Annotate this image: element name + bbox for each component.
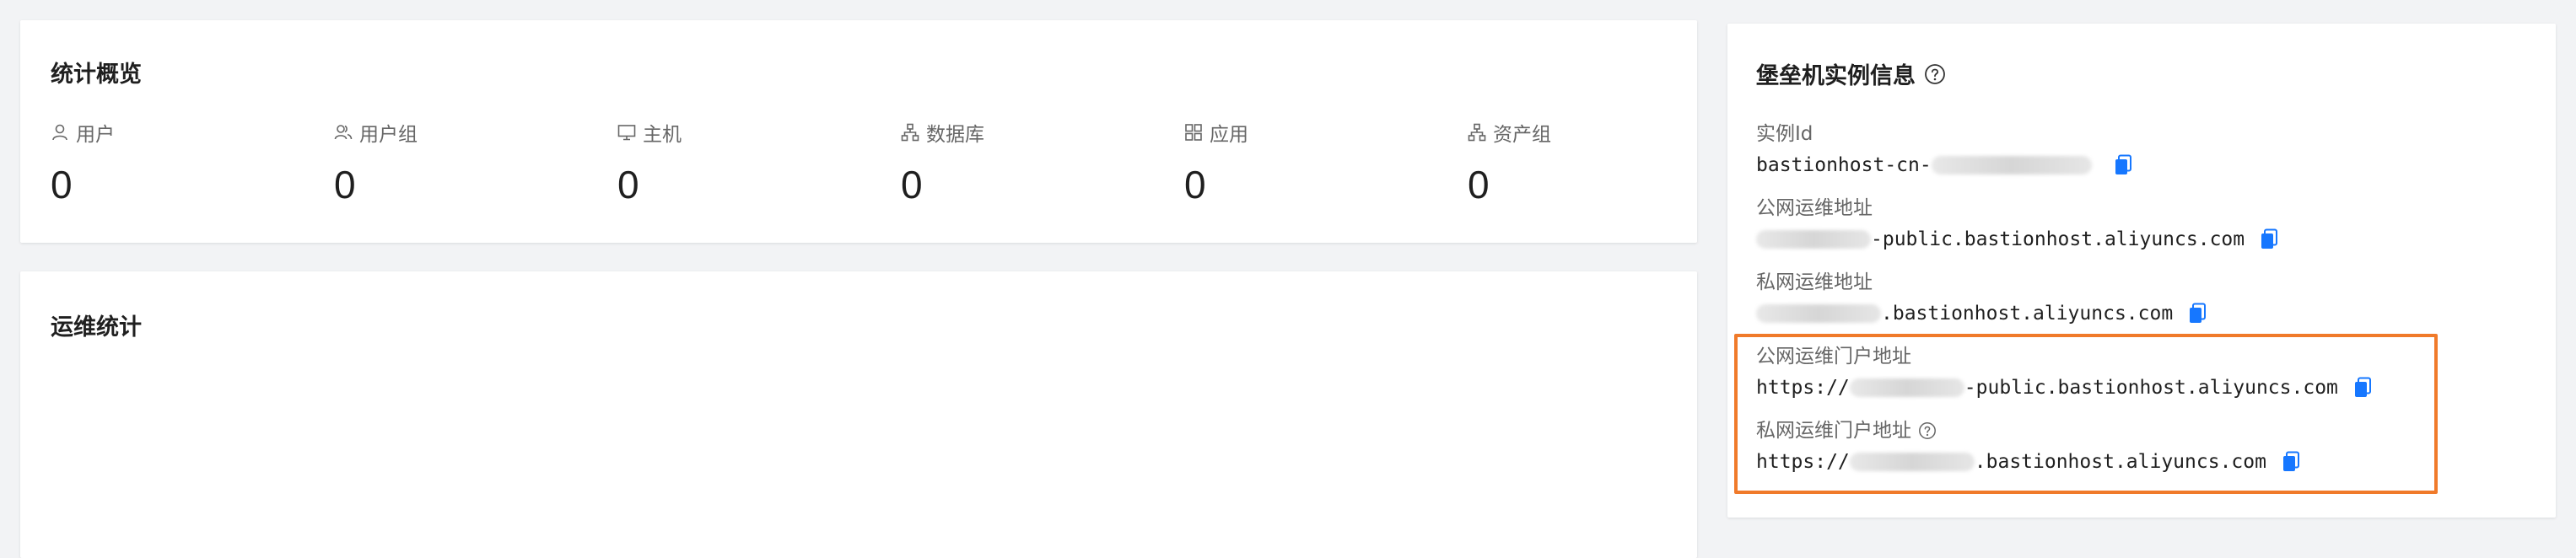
redacted-text [1849, 453, 1975, 471]
stats-overview-card: 统计概览 用户 0 用户组 0 主机 0 数据库 0 应用 0 资产组 0 [20, 20, 1697, 243]
monitor-icon [617, 123, 636, 142]
stat-asset-groups-value: 0 [1468, 163, 1490, 207]
stat-users[interactable]: 用户 0 [51, 120, 304, 221]
copy-icon[interactable] [2260, 228, 2278, 250]
stat-hosts[interactable]: 主机 0 [617, 120, 870, 221]
field-public-ops-address-label: 公网运维地址 [1756, 197, 1873, 219]
field-public-portal-address-prefix: https:// [1756, 377, 1850, 399]
help-circle-icon[interactable] [1918, 421, 1937, 440]
stat-users-value: 0 [51, 163, 73, 207]
field-private-ops-address-suffix: .bastionhost.aliyuncs.com [1881, 303, 2174, 325]
stat-hosts-value: 0 [617, 163, 639, 207]
field-private-portal-address: 私网运维门户地址 https:// .bastionhost.aliyuncs.… [1756, 418, 2300, 475]
instance-info-card: 堡垒机实例信息 实例Id bastionhost-cn- 公网运维地址 -pub… [1727, 24, 2556, 518]
redacted-text [1756, 304, 1881, 323]
field-public-ops-address-value: -public.bastionhost.aliyuncs.com [1756, 226, 2278, 253]
redacted-text [1849, 378, 1964, 397]
ops-statistics-title: 运维统计 [51, 314, 142, 341]
stat-databases-label: 数据库 [926, 124, 984, 146]
field-instance-id-value: bastionhost-cn- [1756, 152, 2132, 179]
stat-user-groups-label: 用户组 [359, 124, 418, 146]
stat-hosts-label: 主机 [643, 124, 682, 146]
field-private-portal-address-label: 私网运维门户地址 [1756, 420, 1911, 442]
stat-apps[interactable]: 应用 0 [1184, 120, 1437, 221]
copy-icon[interactable] [2114, 154, 2132, 176]
field-instance-id-prefix: bastionhost-cn- [1756, 154, 1932, 176]
stat-apps-label: 应用 [1210, 124, 1248, 146]
stat-user-groups-value: 0 [334, 163, 356, 207]
field-public-ops-address: 公网运维地址 -public.bastionhost.aliyuncs.com [1756, 196, 2278, 253]
field-instance-id: 实例Id bastionhost-cn- [1756, 121, 2132, 179]
field-private-ops-address-value: .bastionhost.aliyuncs.com [1756, 300, 2207, 327]
instance-info-title-row: 堡垒机实例信息 [1756, 57, 1946, 90]
field-public-portal-address-suffix: -public.bastionhost.aliyuncs.com [1964, 377, 2338, 399]
stats-row: 用户 0 用户组 0 主机 0 数据库 0 应用 0 资产组 0 [51, 120, 1687, 221]
field-private-portal-address-label-row: 私网运维门户地址 [1756, 418, 2300, 443]
copy-icon[interactable] [2188, 303, 2207, 325]
field-public-ops-address-suffix: -public.bastionhost.aliyuncs.com [1871, 228, 2245, 250]
field-public-portal-address: 公网运维门户地址 https:// -public.bastionhost.al… [1756, 344, 2372, 401]
stat-databases[interactable]: 数据库 0 [901, 120, 1154, 221]
field-private-ops-address-label: 私网运维地址 [1756, 271, 1873, 293]
field-instance-id-label: 实例Id [1756, 123, 1813, 145]
field-private-portal-address-suffix: .bastionhost.aliyuncs.com [1974, 451, 2266, 473]
app-grid-icon [1184, 123, 1203, 142]
copy-icon[interactable] [2353, 377, 2372, 399]
stat-user-groups[interactable]: 用户组 0 [334, 120, 587, 221]
stat-users-label: 用户 [76, 124, 115, 146]
redacted-text [1756, 230, 1871, 249]
field-public-portal-address-value: https:// -public.bastionhost.aliyuncs.co… [1756, 374, 2372, 401]
field-private-ops-address: 私网运维地址 .bastionhost.aliyuncs.com [1756, 270, 2207, 327]
field-private-portal-address-value: https:// .bastionhost.aliyuncs.com [1756, 448, 2300, 475]
stats-overview-title: 统计概览 [51, 62, 142, 88]
stat-asset-groups[interactable]: 资产组 0 [1468, 120, 1721, 221]
stat-databases-value: 0 [901, 163, 923, 207]
user-group-icon [334, 123, 353, 142]
asset-group-icon [1468, 123, 1486, 142]
ops-statistics-card: 运维统计 [20, 271, 1697, 558]
stat-apps-value: 0 [1184, 163, 1206, 207]
redacted-text [1931, 156, 2092, 174]
field-public-portal-address-label: 公网运维门户地址 [1756, 346, 1911, 368]
copy-icon[interactable] [2282, 451, 2300, 473]
database-icon [901, 123, 919, 142]
stat-asset-groups-label: 资产组 [1493, 124, 1551, 146]
user-icon [51, 123, 69, 142]
instance-info-title: 堡垒机实例信息 [1756, 63, 1916, 89]
help-circle-icon[interactable] [1924, 63, 1946, 85]
field-private-portal-address-prefix: https:// [1756, 451, 1850, 473]
